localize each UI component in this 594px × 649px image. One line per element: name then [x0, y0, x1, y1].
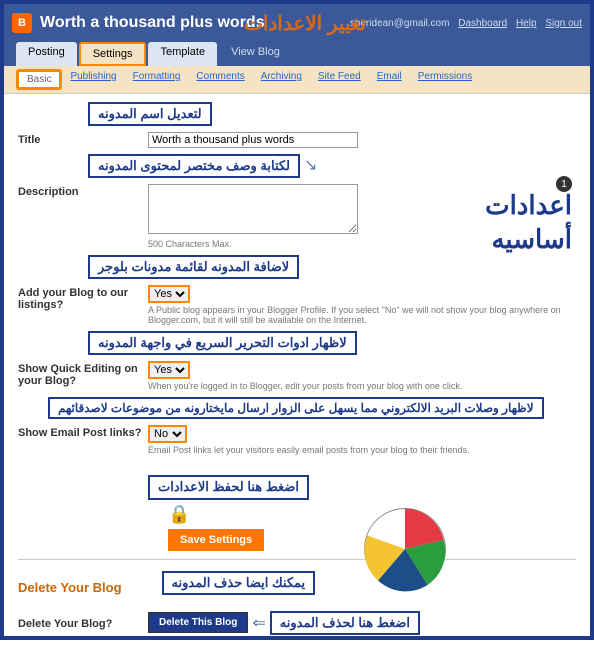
subtab-basic[interactable]: Basic [16, 69, 62, 90]
delete-question-label: Delete Your Blog? [18, 616, 148, 630]
top-links: sheridean@gmail.com Dashboard Help Sign … [350, 18, 582, 29]
quickedit-select[interactable]: Yes [148, 361, 190, 379]
tab-posting[interactable]: Posting [16, 42, 77, 66]
description-label: Description [18, 184, 148, 198]
signout-link[interactable]: Sign out [545, 18, 582, 29]
delete-blog-button[interactable]: Delete This Blog [148, 612, 248, 633]
content-area: 1 اعدادات أساسيه لتعديل اسم المدونه Titl… [4, 94, 590, 649]
save-settings-button[interactable]: Save Settings [168, 529, 264, 551]
quickedit-label: Show Quick Editing on your Blog? [18, 361, 148, 387]
description-textarea[interactable] [148, 184, 358, 234]
top-bar: B Worth a thousand plus words تغيير الاع… [4, 4, 590, 42]
annotation-description: لكتابة وصف مختصر لمحتوى المدونه [88, 154, 300, 178]
site-title: Worth a thousand plus words [40, 14, 265, 32]
arrow-icon: ↘ [304, 157, 317, 174]
annotation-delete-section: يمكنك ايضا حذف المدونه [162, 571, 316, 595]
help-link[interactable]: Help [516, 18, 537, 29]
tab-settings[interactable]: Settings [79, 42, 147, 66]
listing-select[interactable]: Yes [148, 285, 190, 303]
listing-label: Add your Blog to our listings? [18, 285, 148, 311]
annotation-quickedit: لاظهار ادوات التحرير السريع في واجهة الم… [88, 331, 357, 355]
tab-viewblog[interactable]: View Blog [219, 42, 292, 66]
listing-hint: A Public blog appears in your Blogger Pr… [148, 305, 576, 325]
subtab-sitefeed[interactable]: Site Feed [310, 69, 369, 90]
annotation-title: لتعديل اسم المدونه [88, 102, 212, 126]
annotation-emaillinks: لاظهار وصلات البريد الالكتروني مما يسهل … [48, 397, 544, 419]
beachball-icon [360, 504, 450, 594]
annotation-delete-button: اضغط هنا لحذف المدونه [270, 611, 420, 635]
dashboard-link[interactable]: Dashboard [458, 18, 507, 29]
blogger-logo-icon: B [12, 13, 32, 33]
sub-tabs: Basic Publishing Formatting Comments Arc… [4, 66, 590, 94]
arrow-icon: ⇐ [252, 613, 265, 633]
delete-section-header: Delete Your Blog [18, 580, 122, 595]
emaillinks-label: Show Email Post links? [18, 425, 148, 439]
title-input[interactable] [148, 132, 358, 148]
quickedit-hint: When you're logged in to Blogger, edit y… [148, 381, 576, 391]
main-tabs: Posting Settings Template View Blog [4, 42, 590, 66]
annotation-save: اضغط هنا لحفظ الاعدادات [148, 475, 309, 500]
overlay-title-arabic: تغيير الاعدادات [244, 11, 366, 36]
annotation-listing: لاضافة المدونه لقائمة مدونات بلوجر [88, 255, 299, 279]
tab-template[interactable]: Template [148, 42, 217, 66]
subtab-comments[interactable]: Comments [188, 69, 252, 90]
emaillinks-select[interactable]: No [148, 425, 187, 443]
title-label: Title [18, 132, 148, 146]
side-arabic-heading: اعدادات أساسيه [485, 189, 572, 257]
subtab-publishing[interactable]: Publishing [62, 69, 124, 90]
subtab-formatting[interactable]: Formatting [125, 69, 189, 90]
subtab-permissions[interactable]: Permissions [410, 69, 480, 90]
emaillinks-hint: Email Post links let your visitors easil… [148, 445, 576, 455]
subtab-email[interactable]: Email [369, 69, 410, 90]
subtab-archiving[interactable]: Archiving [253, 69, 310, 90]
